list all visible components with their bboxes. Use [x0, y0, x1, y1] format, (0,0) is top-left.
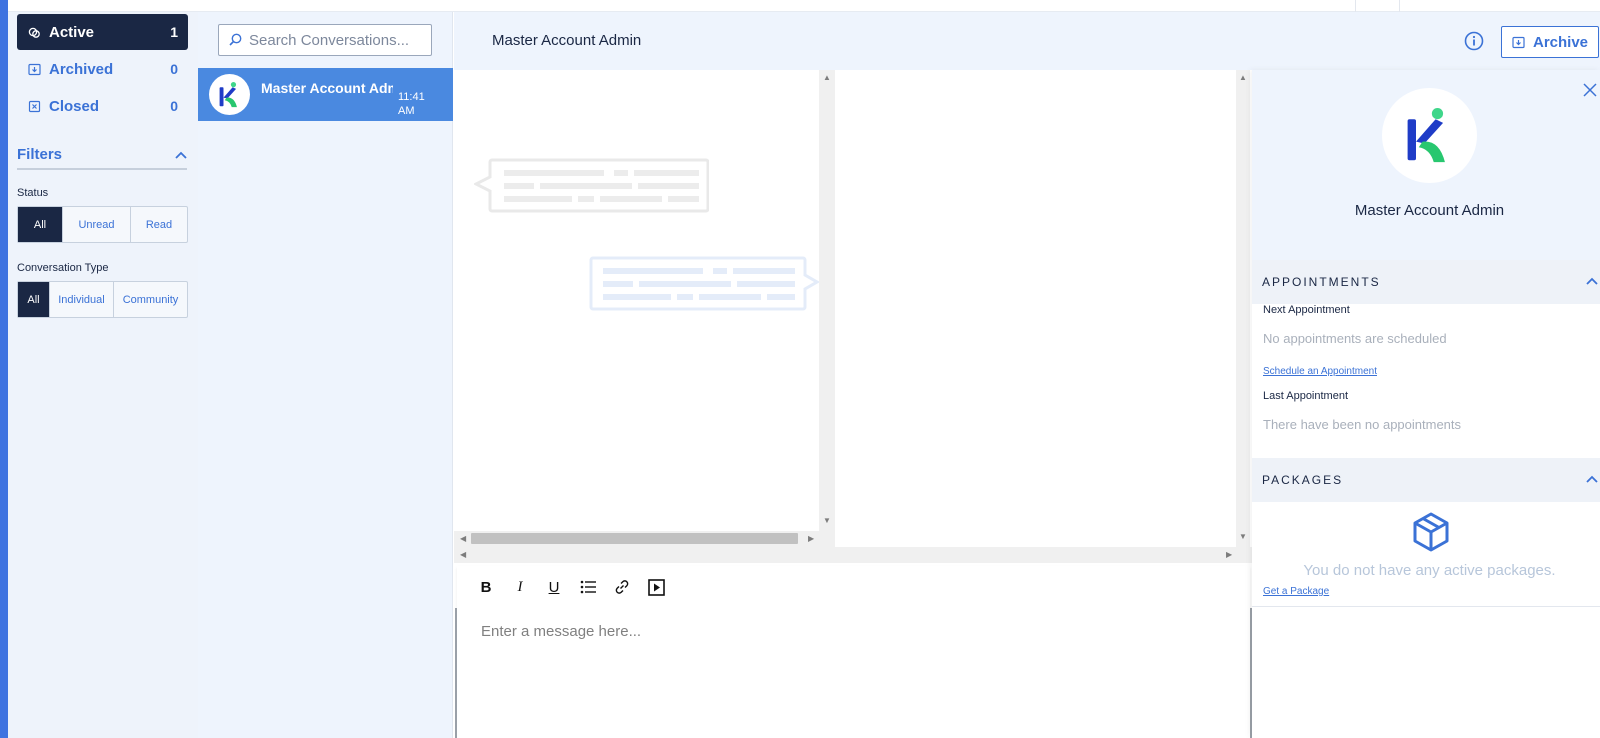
brand-logo-icon — [219, 81, 237, 107]
nav-active[interactable]: Active 1 — [17, 14, 188, 50]
active-chat-icon — [27, 25, 41, 39]
appointments-title: APPOINTMENTS — [1262, 275, 1381, 289]
conversation-header: Master Account Admin Archive — [454, 12, 1600, 70]
archive-box-icon — [27, 62, 41, 76]
profile-panel: Master Account Admin APPOINTMENTS Next A… — [1252, 70, 1600, 738]
underline-button[interactable]: U — [545, 578, 563, 596]
filters-toggle[interactable]: Filters — [17, 140, 187, 170]
status-filter: All Unread Read — [17, 206, 188, 243]
filters-title: Filters — [17, 145, 63, 163]
profile-avatar — [1382, 88, 1477, 183]
brand-logo-icon — [1407, 107, 1445, 162]
chevron-up-icon — [175, 146, 187, 162]
editor-toolbar: B I U — [457, 566, 1250, 608]
conversation-list: Master Account Admin 11:41 AM — [198, 12, 453, 738]
status-label: Status — [17, 187, 49, 199]
packages-section-header[interactable]: PACKAGES — [1252, 458, 1600, 502]
last-appointment-value: There have been no appointments — [1263, 417, 1462, 432]
bullet-list-icon[interactable] — [579, 578, 597, 596]
type-community[interactable]: Community — [114, 282, 187, 317]
archive-button-label: Archive — [1532, 33, 1589, 51]
chevron-up-icon — [1586, 272, 1598, 288]
vertical-scrollbar-2[interactable]: ▲ ▼ — [1236, 70, 1250, 547]
packages-empty-message: You do not have any active packages. — [1303, 562, 1556, 579]
nav-active-label: Active — [49, 23, 95, 41]
appointments-section-header[interactable]: APPOINTMENTS — [1252, 260, 1600, 304]
horizontal-scrollbar[interactable]: ◀ ▶ — [454, 531, 819, 547]
italic-button[interactable]: I — [511, 578, 529, 596]
conversation-title: Master Account Admin — [492, 32, 642, 49]
profile-name: Master Account Admin — [1354, 202, 1505, 219]
editor-placeholder: Enter a message here... — [481, 623, 642, 640]
message-pane-secondary: ▲ ▼ — [835, 70, 1250, 547]
nav-closed[interactable]: Closed 0 — [17, 88, 188, 124]
search-icon — [229, 33, 243, 47]
bold-button[interactable]: B — [477, 578, 495, 596]
profile-header: Master Account Admin — [1252, 70, 1600, 260]
close-icon[interactable] — [1582, 82, 1598, 98]
chevron-up-icon — [1586, 470, 1598, 486]
avatar — [209, 74, 250, 115]
archive-button[interactable]: Archive — [1501, 26, 1599, 58]
left-accent-strip — [0, 0, 8, 738]
schedule-appointment-link[interactable]: Schedule an Appointment — [1263, 366, 1377, 377]
conversation-name: Master Account Admin — [261, 80, 393, 96]
search-input[interactable] — [249, 31, 419, 49]
info-icon[interactable] — [1464, 31, 1484, 51]
get-package-link[interactable]: Get a Package — [1263, 586, 1329, 597]
message-pane: ▲ ▼ — [454, 70, 835, 547]
next-appointment-value: No appointments are scheduled — [1263, 331, 1447, 346]
type-filter: All Individual Community — [17, 281, 188, 318]
top-bar — [8, 0, 1600, 12]
nav-archived-count: 0 — [170, 61, 178, 77]
nav-archived-label: Archived — [49, 60, 114, 78]
status-unread[interactable]: Unread — [63, 207, 131, 242]
nav-active-count: 1 — [170, 24, 178, 40]
conversation-time: 11:41 AM — [398, 91, 425, 117]
status-all[interactable]: All — [18, 207, 63, 242]
type-all[interactable]: All — [18, 282, 50, 317]
video-embed-icon[interactable] — [647, 578, 665, 596]
divider — [1252, 606, 1600, 607]
type-individual[interactable]: Individual — [50, 282, 114, 317]
link-icon[interactable] — [613, 578, 631, 596]
conversation-row[interactable]: Master Account Admin 11:41 AM — [198, 68, 453, 121]
horizontal-scrollbar-2[interactable]: ◀ ▶ — [454, 547, 1252, 563]
message-editor[interactable]: Enter a message here... — [455, 608, 1252, 738]
chat-placeholder-illustration — [474, 158, 709, 213]
conversation-type-label: Conversation Type — [17, 262, 109, 274]
package-box-icon — [1413, 512, 1449, 552]
last-appointment-label: Last Appointment — [1263, 390, 1349, 402]
status-read[interactable]: Read — [131, 207, 187, 242]
packages-title: PACKAGES — [1262, 473, 1344, 487]
chat-placeholder-illustration-2 — [589, 256, 819, 311]
status-sidebar: Active 1 Archived 0 Closed 0 Filters Sta… — [8, 12, 198, 738]
next-appointment-label: Next Appointment — [1263, 304, 1350, 316]
nav-closed-count: 0 — [170, 98, 178, 114]
archive-icon — [1512, 36, 1525, 48]
nav-closed-label: Closed — [49, 97, 100, 115]
search-box — [218, 24, 432, 56]
vertical-scrollbar[interactable]: ▲ ▼ — [819, 70, 835, 547]
closed-box-icon — [27, 99, 41, 113]
nav-archived[interactable]: Archived 0 — [17, 51, 188, 87]
